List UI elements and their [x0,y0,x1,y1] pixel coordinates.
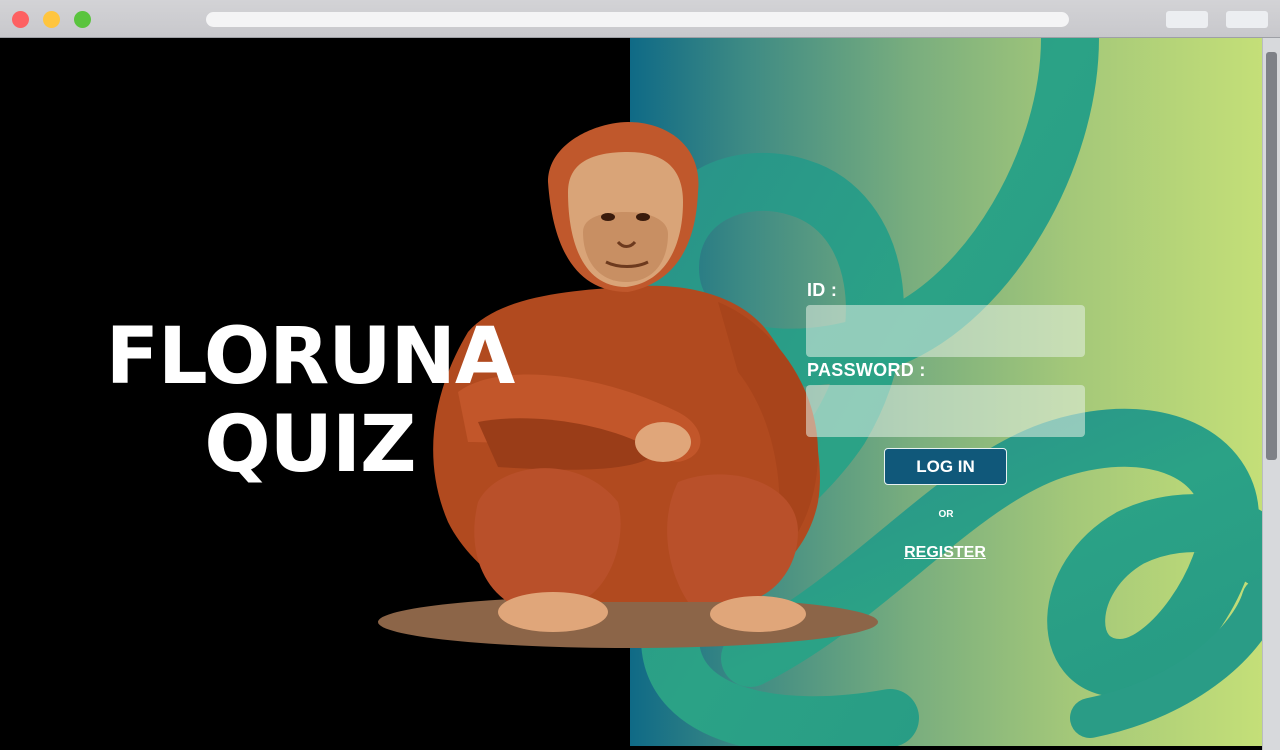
close-window-button[interactable] [12,11,29,28]
app-title: FLORUNA QUIZ [60,313,560,489]
register-link[interactable]: REGISTER [895,544,995,562]
scrollbar-thumb[interactable] [1266,52,1277,460]
app-title-line1: FLORUNA [105,312,516,402]
id-label: ID : [807,280,838,300]
password-label: PASSWORD : [807,360,926,380]
app-title-line2: QUIZ [204,400,416,490]
vertical-scrollbar[interactable] [1262,38,1280,750]
toolbar-button[interactable] [1226,11,1268,28]
or-separator: OR [938,509,954,520]
zoom-window-button[interactable] [74,11,91,28]
toolbar-button[interactable] [1166,11,1208,28]
id-field[interactable] [806,305,1085,357]
password-field[interactable] [806,385,1085,437]
login-button[interactable]: LOG IN [884,448,1007,485]
minimize-window-button[interactable] [43,11,60,28]
address-bar[interactable] [206,12,1069,27]
browser-toolbar [0,0,1280,38]
